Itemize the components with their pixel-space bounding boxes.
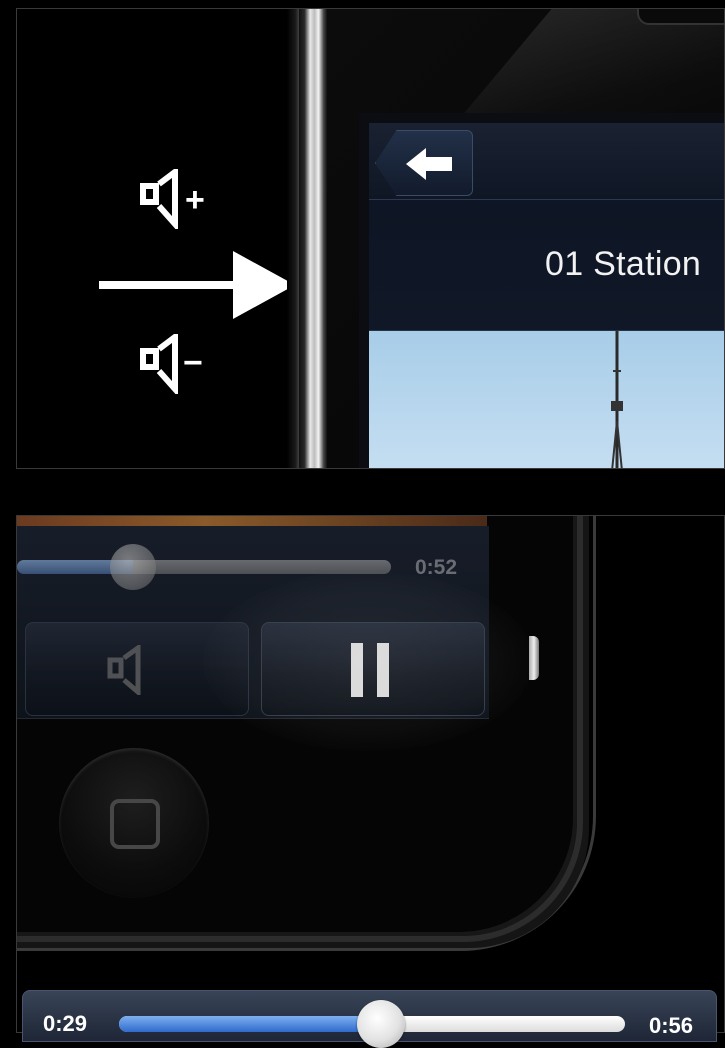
mute-button[interactable]	[25, 622, 249, 716]
volume-up-sign: +	[185, 181, 205, 219]
playback-scrubber: 0:29 0:56	[22, 990, 717, 1048]
side-button	[529, 636, 539, 680]
pause-button[interactable]	[261, 622, 485, 716]
earpiece-slot	[637, 9, 724, 25]
home-square-icon	[110, 799, 160, 849]
station-title: 01 Station	[545, 245, 702, 283]
home-button[interactable]	[59, 748, 209, 898]
mini-time-remaining: 0:52	[415, 556, 458, 579]
mini-progress-knob[interactable]	[109, 544, 156, 590]
station-title-bar: 01 Station	[369, 200, 724, 331]
station-artwork	[369, 331, 724, 468]
player-controls-panel: 0:52	[16, 515, 725, 1033]
left-arrow-icon	[406, 148, 452, 180]
pause-icon	[351, 643, 389, 697]
back-button[interactable]	[375, 130, 473, 196]
volume-down-icon: −	[140, 334, 203, 394]
artwork-strip	[17, 516, 487, 526]
volume-down-sign: −	[183, 344, 203, 382]
elapsed-time: 0:29	[43, 1011, 88, 1036]
progress-fill	[119, 1016, 382, 1032]
phone-screen: 01 Station	[359, 113, 724, 468]
right-arrow-icon	[99, 251, 295, 319]
progress-knob[interactable]	[357, 1000, 406, 1048]
volume-up-icon: +	[140, 169, 205, 229]
mini-player: 0:52	[17, 526, 489, 719]
hardware-volume-panel: + − 01 Station	[16, 8, 725, 469]
radio-tower-image	[611, 331, 623, 468]
nav-bar	[369, 123, 724, 200]
speaker-icon	[107, 645, 141, 695]
total-time: 0:56	[649, 1013, 694, 1038]
phone-side-edge	[299, 9, 327, 468]
